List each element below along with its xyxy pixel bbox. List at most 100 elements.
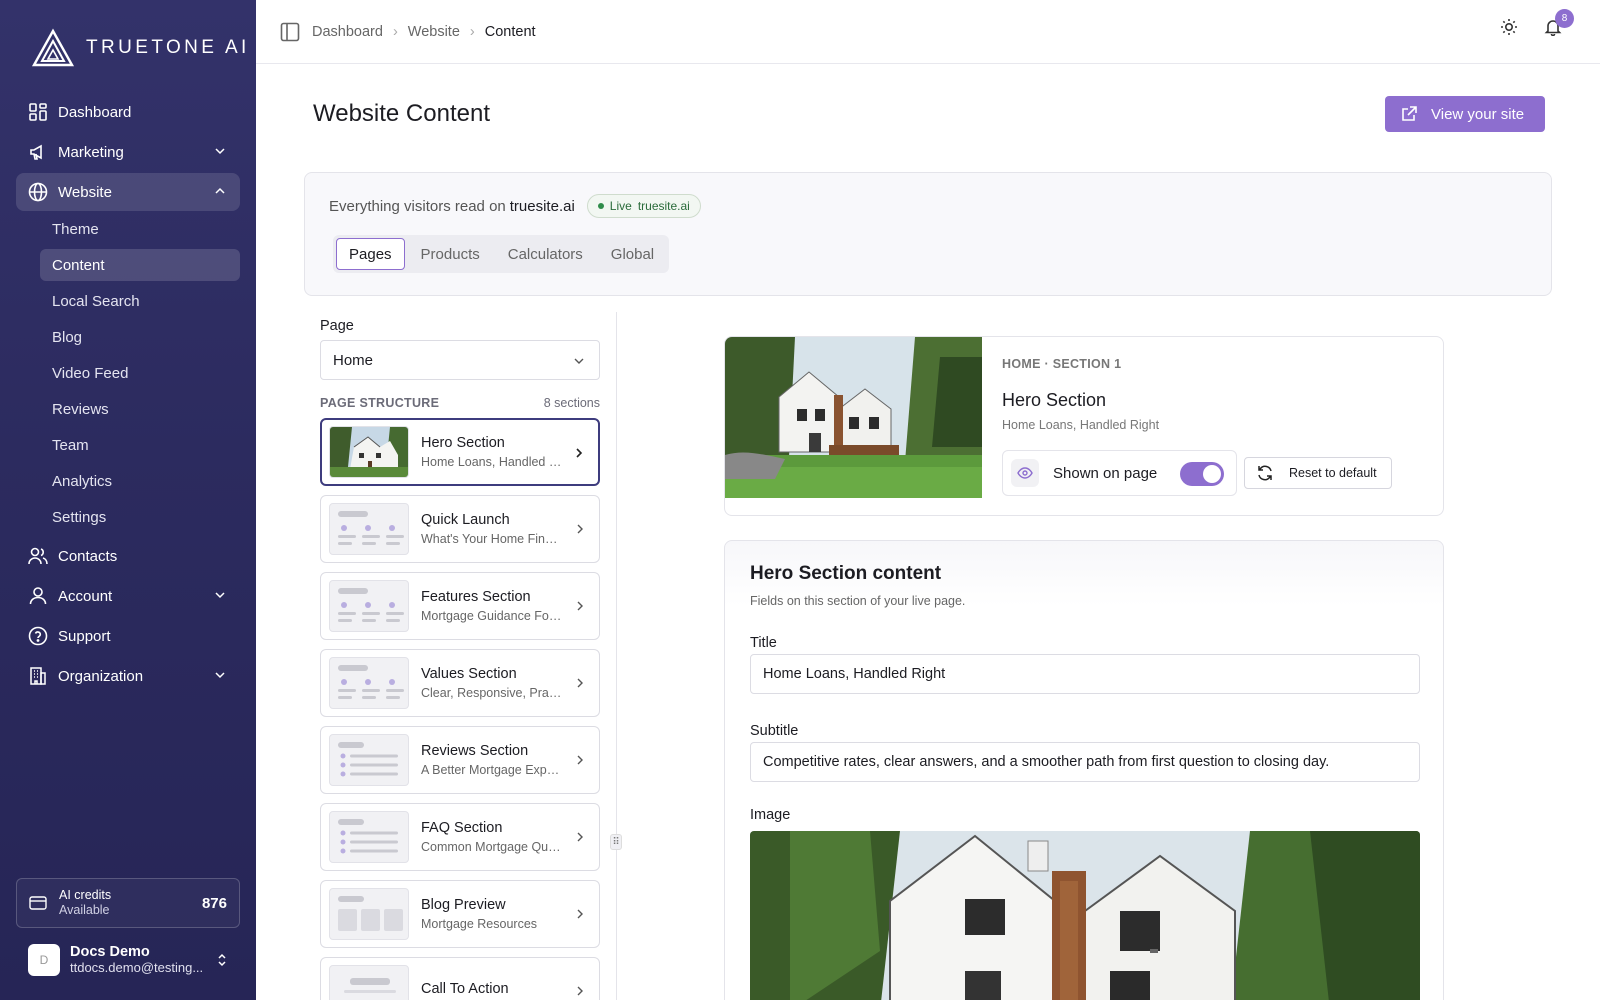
section-name: Reviews Section <box>421 743 529 759</box>
submenu-item-theme[interactable]: Theme <box>40 213 240 245</box>
subtitle-field-label: Subtitle <box>750 723 799 739</box>
chevron-right-icon <box>577 986 583 996</box>
page-structure-heading: PAGE STRUCTURE <box>320 396 440 410</box>
chevron-right-icon <box>577 601 583 611</box>
reset-label: Reset to default <box>1289 466 1377 480</box>
sidebar-item-organization[interactable]: Organization <box>16 657 240 695</box>
section-meta: HOME · SECTION 1 <box>1002 357 1122 371</box>
section-thumbnail <box>329 426 409 478</box>
section-desc: Clear, Responsive, Practical <box>421 686 563 700</box>
title-field-label: Title <box>750 635 777 651</box>
section-name: Values Section <box>421 666 517 682</box>
section-item-reviews[interactable]: Reviews Section A Better Mortgage Experi… <box>320 726 600 794</box>
image-field-label: Image <box>750 807 791 823</box>
section-name: Hero Section <box>421 435 505 451</box>
brand-name: TRUETONE AI <box>86 37 250 58</box>
chevron-right-icon <box>577 678 583 688</box>
chevron-down-icon <box>215 672 225 679</box>
notification-count-badge: 8 <box>1555 9 1574 28</box>
section-thumbnail <box>329 811 409 863</box>
chevron-right-icon <box>577 909 583 919</box>
section-item-blog-preview[interactable]: Blog Preview Mortgage Resources <box>320 880 600 948</box>
shown-on-page-control: Shown on page <box>1002 450 1237 496</box>
user-menu[interactable]: D Docs Demo ttdocs.demo@testing... <box>16 940 240 980</box>
page-select-label: Page <box>320 318 354 334</box>
hero-image-preview[interactable] <box>750 831 1420 1000</box>
view-site-button[interactable]: View your site <box>1385 96 1545 132</box>
sidebar-item-label: Website <box>58 183 112 201</box>
section-preview-subtitle: Home Loans, Handled Right <box>1002 418 1160 432</box>
chevron-down-icon <box>574 358 584 364</box>
sidebar-item-label: Dashboard <box>58 103 132 121</box>
section-name: Blog Preview <box>421 897 506 913</box>
submenu-item-blog[interactable]: Blog <box>40 321 240 353</box>
credits-value: 876 <box>201 894 227 912</box>
visitors-text: Everything visitors read on <box>329 197 506 215</box>
shown-on-page-toggle[interactable] <box>1180 462 1224 486</box>
resize-handle-icon[interactable]: ⠿ <box>610 834 622 850</box>
sidebar-item-marketing[interactable]: Marketing <box>16 133 240 171</box>
page-select[interactable]: Home <box>320 340 600 380</box>
breadcrumb-separator-icon: › <box>392 23 398 40</box>
sidebar-item-contacts[interactable]: Contacts <box>16 537 240 575</box>
chevron-right-icon <box>577 832 583 842</box>
tab-calculators[interactable]: Calculators <box>496 238 595 270</box>
subtitle-field-value: Competitive rates, clear answers, and a … <box>763 754 1330 770</box>
sidebar-item-support[interactable]: Support <box>16 617 240 655</box>
logo-mark-icon <box>31 28 75 67</box>
page-title: Website Content <box>313 100 490 127</box>
submenu-item-team[interactable]: Team <box>40 429 240 461</box>
submenu-item-content[interactable]: Content <box>40 249 240 281</box>
section-thumbnail <box>329 580 409 632</box>
section-name: Features Section <box>421 589 531 605</box>
title-field[interactable]: Home Loans, Handled Right <box>750 654 1420 694</box>
tab-pages[interactable]: Pages <box>336 238 405 270</box>
subtitle-field[interactable]: Competitive rates, clear answers, and a … <box>750 742 1420 782</box>
tab-products[interactable]: Products <box>409 238 492 270</box>
breadcrumb-content: Content <box>484 23 536 40</box>
sidebar-item-dashboard[interactable]: Dashboard <box>16 93 240 131</box>
section-desc: Mortgage Guidance For Every Step <box>421 609 563 623</box>
breadcrumb-dashboard[interactable]: Dashboard <box>312 24 383 40</box>
help-circle-icon <box>28 626 48 646</box>
breadcrumb-website[interactable]: Website <box>408 24 460 40</box>
panel-divider <box>616 312 617 1000</box>
section-item-features[interactable]: Features Section Mortgage Guidance For E… <box>320 572 600 640</box>
section-thumbnail <box>329 965 409 1000</box>
chevron-right-icon <box>577 755 583 765</box>
title-field-value: Home Loans, Handled Right <box>763 666 946 682</box>
credits-label: AI credits <box>59 888 112 902</box>
section-preview-title: Hero Section <box>1002 390 1107 410</box>
section-desc: Common Mortgage Questions <box>421 840 563 854</box>
sidebar-toggle-icon[interactable] <box>280 22 300 42</box>
live-label: Live <box>609 199 632 213</box>
chevron-down-icon <box>215 592 225 599</box>
section-item-quick-launch[interactable]: Quick Launch What's Your Home Financing … <box>320 495 600 563</box>
tab-global[interactable]: Global <box>599 238 666 270</box>
sidebar-item-website[interactable]: Website <box>16 173 240 211</box>
live-status-badge[interactable]: Live truesite.ai <box>586 194 701 218</box>
section-item-values[interactable]: Values Section Clear, Responsive, Practi… <box>320 649 600 717</box>
submenu-item-video-feed[interactable]: Video Feed <box>40 357 240 389</box>
section-preview-card: HOME · SECTION 1 Hero Section Home Loans… <box>724 336 1444 516</box>
submenu-item-settings[interactable]: Settings <box>40 501 240 533</box>
eye-icon <box>1011 459 1039 487</box>
theme-toggle-sun-icon[interactable] <box>1500 18 1518 36</box>
submenu-item-analytics[interactable]: Analytics <box>40 465 240 497</box>
submenu-item-local-search[interactable]: Local Search <box>40 285 240 317</box>
reset-to-default-button[interactable]: Reset to default <box>1244 457 1392 489</box>
section-item-faq[interactable]: FAQ Section Common Mortgage Questions <box>320 803 600 871</box>
content-tabs: Pages Products Calculators Global <box>333 235 670 273</box>
user-email: ttdocs.demo@testing... <box>70 960 204 975</box>
site-domain: truesite.ai <box>509 197 575 215</box>
section-item-hero[interactable]: Hero Section Home Loans, Handled Right <box>320 418 600 486</box>
shown-on-page-label: Shown on page <box>1053 464 1158 482</box>
notifications-button[interactable]: 8 <box>1544 9 1574 36</box>
sidebar-item-label: Contacts <box>58 547 118 565</box>
section-item-call-to-action[interactable]: Call To Action <box>320 957 600 1000</box>
brand-logo[interactable]: TRUETONE AI <box>30 28 250 68</box>
page-select-value: Home <box>333 351 374 369</box>
submenu-item-reviews[interactable]: Reviews <box>40 393 240 425</box>
ai-credits-panel[interactable]: AI credits Available 876 <box>16 878 240 928</box>
sidebar-item-account[interactable]: Account <box>16 577 240 615</box>
